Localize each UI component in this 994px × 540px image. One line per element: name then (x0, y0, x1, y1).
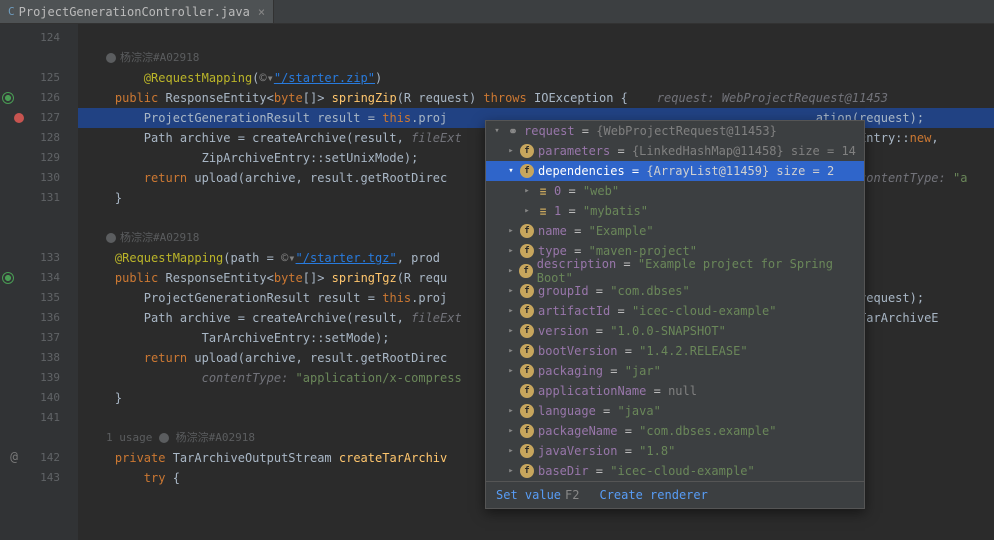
gutter-line[interactable]: 142@ (0, 448, 78, 468)
chevron-right-icon[interactable]: ▸ (506, 426, 516, 436)
gutter-line[interactable]: 137 (0, 328, 78, 348)
gutter-line[interactable] (0, 208, 78, 228)
chevron-right-icon[interactable]: ▸ (522, 186, 532, 196)
tab-title: ProjectGenerationController.java (19, 5, 250, 19)
code-line[interactable]: public ResponseEntity<byte[]> springZip(… (78, 88, 994, 108)
gutter-line[interactable]: 128 (0, 128, 78, 148)
debug-field-version[interactable]: ▸version = "1.0.0-SNAPSHOT" (486, 321, 864, 341)
field-icon (520, 244, 534, 258)
chevron-right-icon[interactable]: ▸ (506, 226, 516, 236)
field-icon (520, 384, 534, 398)
gutter-line[interactable]: 140 (0, 388, 78, 408)
run-gutter-icon[interactable] (2, 92, 14, 104)
debug-field-packaging[interactable]: ▸packaging = "jar" (486, 361, 864, 381)
chevron-right-icon[interactable]: ▸ (506, 346, 516, 356)
field-icon (520, 404, 534, 418)
gutter-line[interactable]: 143 (0, 468, 78, 488)
chevron-right-icon[interactable]: ▸ (522, 206, 532, 216)
debug-inspector-panel[interactable]: ▾ ⚭ request = {WebProjectRequest@11453} … (485, 120, 865, 509)
debug-array-item-0[interactable]: ▸ ≡ 0 = "web" (486, 181, 864, 201)
field-icon (520, 164, 534, 178)
code-line[interactable]: @RequestMapping(©▾"/starter.zip") (78, 68, 994, 88)
gutter-line[interactable] (0, 228, 78, 248)
gutter-line[interactable]: 127 (0, 108, 78, 128)
debug-footer: Set value F2 Create renderer (486, 481, 864, 508)
debug-field-name[interactable]: ▸name = "Example" (486, 221, 864, 241)
gutter-line[interactable] (0, 428, 78, 448)
editor-tab[interactable]: C ProjectGenerationController.java × (0, 0, 274, 23)
run-gutter-icon[interactable] (2, 272, 14, 284)
chevron-right-icon[interactable]: ▸ (506, 266, 515, 276)
create-renderer-link[interactable]: Create renderer (599, 488, 707, 502)
field-icon (520, 224, 534, 238)
field-icon (520, 424, 534, 438)
shortcut-key: F2 (565, 488, 579, 502)
code-line[interactable] (78, 28, 994, 48)
debug-field-packageName[interactable]: ▸packageName = "com.dbses.example" (486, 421, 864, 441)
debug-field-parameters[interactable]: ▸ parameters = {LinkedHashMap@11458} siz… (486, 141, 864, 161)
gutter-line[interactable]: 138 (0, 348, 78, 368)
element-icon: ≡ (536, 184, 550, 198)
chevron-right-icon[interactable]: ▸ (506, 326, 516, 336)
chevron-down-icon[interactable]: ▾ (492, 126, 502, 136)
chevron-right-icon[interactable]: ▸ (506, 406, 516, 416)
breakpoint-icon[interactable] (14, 113, 24, 123)
field-icon (520, 444, 534, 458)
chevron-down-icon[interactable]: ▾ (506, 166, 516, 176)
debug-field-language[interactable]: ▸language = "java" (486, 401, 864, 421)
gutter-line[interactable]: 131 (0, 188, 78, 208)
gutter-line[interactable]: 135 (0, 288, 78, 308)
gutter-line[interactable]: 139 (0, 368, 78, 388)
field-icon (520, 284, 534, 298)
field-icon (520, 304, 534, 318)
override-icon[interactable]: @ (6, 448, 18, 460)
chevron-right-icon[interactable]: ▸ (506, 446, 516, 456)
debug-field-baseDir[interactable]: ▸baseDir = "icec-cloud-example" (486, 461, 864, 481)
gutter-line[interactable]: 129 (0, 148, 78, 168)
gutter: 1241251261271281291301311331341351361371… (0, 24, 78, 540)
set-value-link[interactable]: Set value (496, 488, 561, 502)
chevron-right-icon[interactable]: ▸ (506, 146, 516, 156)
chevron-right-icon[interactable]: ▸ (506, 466, 516, 476)
chevron-right-icon[interactable]: ▸ (506, 286, 516, 296)
gutter-line[interactable]: 126 (0, 88, 78, 108)
debug-field-dependencies[interactable]: ▾ dependencies = {ArrayList@11459} size … (486, 161, 864, 181)
chevron-right-icon[interactable]: ▸ (506, 366, 516, 376)
gutter-line[interactable] (0, 48, 78, 68)
java-class-icon: C (8, 5, 15, 18)
element-icon: ≡ (536, 204, 550, 218)
gutter-line[interactable]: 141 (0, 408, 78, 428)
gutter-line[interactable]: 124 (0, 28, 78, 48)
debug-field-bootVersion[interactable]: ▸bootVersion = "1.4.2.RELEASE" (486, 341, 864, 361)
gutter-line[interactable]: 130 (0, 168, 78, 188)
close-icon[interactable]: × (258, 5, 265, 19)
field-icon (519, 264, 532, 278)
gutter-line[interactable]: 125 (0, 68, 78, 88)
debug-field-javaVersion[interactable]: ▸javaVersion = "1.8" (486, 441, 864, 461)
gutter-line[interactable]: 133 (0, 248, 78, 268)
field-icon (520, 144, 534, 158)
chevron-right-icon[interactable]: ▸ (506, 306, 516, 316)
gutter-line[interactable]: 136 (0, 308, 78, 328)
field-icon (520, 464, 534, 478)
field-icon (520, 364, 534, 378)
gutter-line[interactable]: 134 (0, 268, 78, 288)
debug-field-applicationName[interactable]: applicationName = null (486, 381, 864, 401)
tab-bar: C ProjectGenerationController.java × (0, 0, 994, 24)
object-icon: ⚭ (506, 124, 520, 138)
author-annotation[interactable]: 杨淙淙#A02918 (78, 48, 994, 68)
debug-field-artifactId[interactable]: ▸artifactId = "icec-cloud-example" (486, 301, 864, 321)
debug-root-row[interactable]: ▾ ⚭ request = {WebProjectRequest@11453} (486, 121, 864, 141)
debug-array-item-1[interactable]: ▸ ≡ 1 = "mybatis" (486, 201, 864, 221)
field-icon (520, 344, 534, 358)
debug-field-description[interactable]: ▸description = "Example project for Spri… (486, 261, 864, 281)
field-icon (520, 324, 534, 338)
chevron-right-icon[interactable]: ▸ (506, 246, 516, 256)
